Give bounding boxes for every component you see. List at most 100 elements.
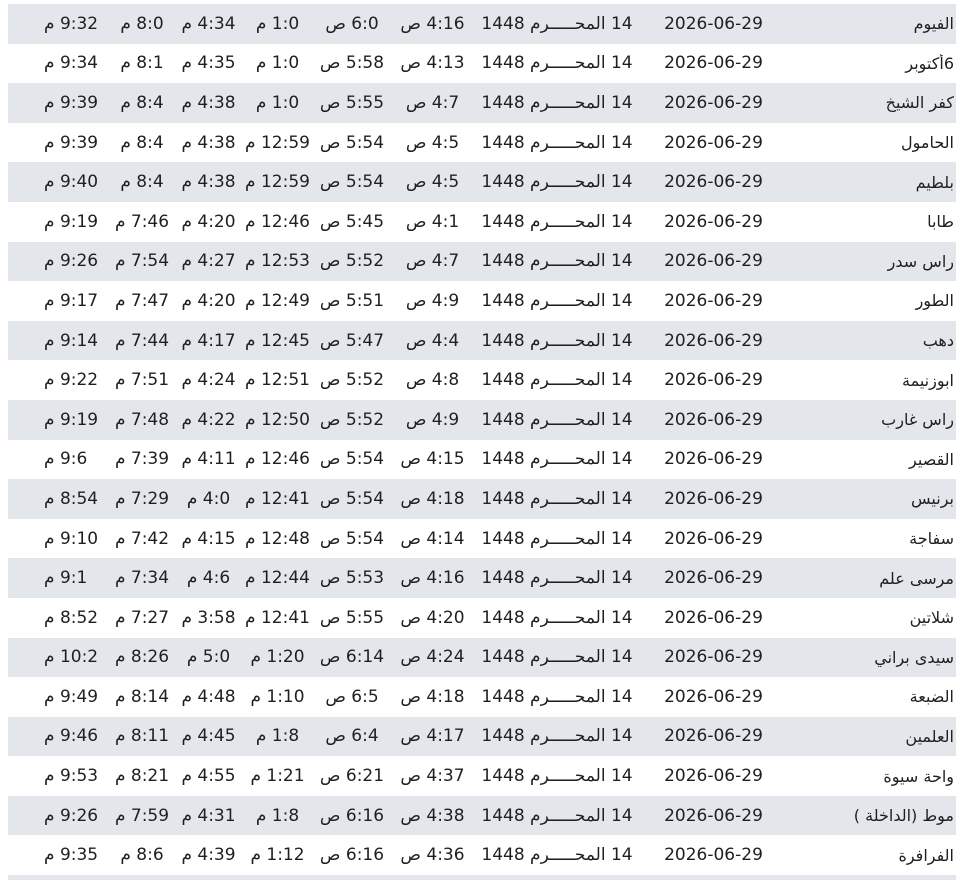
maghrib-time: 7:46 م xyxy=(114,211,170,232)
maghrib-time: 7:54 م xyxy=(114,251,170,272)
gregorian-date: 2026-06-29 xyxy=(664,449,763,470)
gregorian-date: 2026-06-29 xyxy=(664,172,763,193)
dhuhr-time: 12:46 م xyxy=(245,211,310,232)
fajr-time: 4:7 ص xyxy=(405,92,460,113)
city-name: بلطيم xyxy=(915,172,954,192)
city-name: العلمين xyxy=(905,726,954,746)
hijri-date: 14 المحـــــرم 1448 xyxy=(481,686,633,707)
gregorian-date: 2026-06-29 xyxy=(664,251,763,272)
hijri-date: 14 المحـــــرم 1448 xyxy=(481,409,633,430)
sunrise-time: 5:58 ص xyxy=(319,53,385,74)
table-row: الفرافرة 2026-06-29 14 المحـــــرم 1448 … xyxy=(8,835,956,876)
asr-time: 4:45 م xyxy=(181,726,236,747)
maghrib-time: 8:6 م xyxy=(120,845,164,866)
gregorian-date: 2026-06-29 xyxy=(664,53,763,74)
asr-time: 4:31 م xyxy=(181,805,236,826)
hijri-date: 14 المحـــــرم 1448 xyxy=(481,845,633,866)
sunrise-time: 6:0 ص xyxy=(325,13,379,34)
fajr-time: 4:17 ص xyxy=(400,726,465,747)
city-name: موط (الداخلة ) xyxy=(853,806,954,826)
city-name: الفيوم xyxy=(913,14,954,34)
table-row: راس غارب 2026-06-29 14 المحـــــرم 1448 … xyxy=(8,399,956,440)
hijri-date: 14 المحـــــرم 1448 xyxy=(481,766,633,787)
maghrib-time: 8:4 م xyxy=(120,92,164,113)
sunrise-time: 5:52 ص xyxy=(319,251,385,272)
isha-time: 9:53 م xyxy=(44,766,99,787)
maghrib-time: 8:1 م xyxy=(120,53,164,74)
maghrib-time: 7:42 م xyxy=(114,528,170,549)
gregorian-date: 2026-06-29 xyxy=(664,607,763,628)
fajr-time: 4:16 ص xyxy=(400,568,465,589)
hijri-date: 14 المحـــــرم 1448 xyxy=(481,488,633,509)
hijri-date: 14 المحـــــرم 1448 xyxy=(481,330,633,351)
fajr-time: 4:14 ص xyxy=(400,528,465,549)
gregorian-date: 2026-06-29 xyxy=(664,766,763,787)
fajr-time: 4:15 ص xyxy=(400,449,465,470)
dhuhr-time: 1:21 م xyxy=(250,766,305,787)
isha-time: 9:34 م xyxy=(44,53,99,74)
city-name: طابا xyxy=(927,212,954,232)
table-row: الضبعة 2026-06-29 14 المحـــــرم 1448 4:… xyxy=(8,677,956,717)
isha-time: 9:17 م xyxy=(44,290,99,311)
table-row: سفاجة 2026-06-29 14 المحـــــرم 1448 4:1… xyxy=(8,518,956,559)
table-bottom-row-edge xyxy=(8,875,956,880)
maghrib-time: 7:51 م xyxy=(114,370,170,391)
gregorian-date: 2026-06-29 xyxy=(664,488,763,509)
fajr-time: 4:13 ص xyxy=(400,53,465,74)
hijri-date: 14 المحـــــرم 1448 xyxy=(481,211,633,232)
city-name: سيدى براني xyxy=(874,647,954,667)
table-row: كفر الشيخ 2026-06-29 14 المحـــــرم 1448… xyxy=(8,83,956,123)
sunrise-time: 5:47 ص xyxy=(319,330,385,351)
isha-time: 9:10 م xyxy=(44,528,99,549)
dhuhr-time: 12:44 م xyxy=(245,568,310,589)
fajr-time: 4:20 ص xyxy=(400,607,465,628)
gregorian-date: 2026-06-29 xyxy=(664,211,763,232)
maghrib-time: 8:4 م xyxy=(120,132,164,153)
fajr-time: 4:5 ص xyxy=(405,172,460,193)
isha-time: 9:39 م xyxy=(44,92,99,113)
gregorian-date: 2026-06-29 xyxy=(664,647,763,668)
table-row: شلاتين 2026-06-29 14 المحـــــرم 1448 4:… xyxy=(8,597,956,638)
isha-time: 9:35 م xyxy=(44,845,99,866)
table-row: طابا 2026-06-29 14 المحـــــرم 1448 4:1 … xyxy=(8,201,956,242)
dhuhr-time: 1:0 م xyxy=(255,92,300,113)
gregorian-date: 2026-06-29 xyxy=(664,409,763,430)
city-name: الطور xyxy=(915,291,954,311)
dhuhr-time: 12:46 م xyxy=(245,449,310,470)
table-row: موط (الداخلة ) 2026-06-29 14 المحـــــرم… xyxy=(8,795,956,836)
isha-time: 9:40 م xyxy=(44,172,99,193)
hijri-date: 14 المحـــــرم 1448 xyxy=(481,172,633,193)
dhuhr-time: 12:41 م xyxy=(245,488,310,509)
isha-time: 9:46 م xyxy=(44,726,99,747)
hijri-date: 14 المحـــــرم 1448 xyxy=(481,370,633,391)
asr-time: 4:38 م xyxy=(181,92,236,113)
city-name: كفر الشيخ xyxy=(885,93,954,113)
hijri-date: 14 المحـــــرم 1448 xyxy=(481,290,633,311)
hijri-date: 14 المحـــــرم 1448 xyxy=(481,53,633,74)
dhuhr-time: 1:8 م xyxy=(255,805,300,826)
fajr-time: 4:8 ص xyxy=(405,370,460,391)
table-row: برنيس 2026-06-29 14 المحـــــرم 1448 4:1… xyxy=(8,479,956,519)
isha-time: 9:22 م xyxy=(44,370,99,391)
table-row: واحة سيوة 2026-06-29 14 المحـــــرم 1448… xyxy=(8,756,956,796)
sunrise-time: 6:4 ص xyxy=(325,726,379,747)
sunrise-time: 5:54 ص xyxy=(319,132,385,153)
isha-time: 9:6 م xyxy=(44,449,88,470)
hijri-date: 14 المحـــــرم 1448 xyxy=(481,449,633,470)
hijri-date: 14 المحـــــرم 1448 xyxy=(481,805,633,826)
isha-time: 9:19 م xyxy=(44,211,99,232)
dhuhr-time: 12:51 م xyxy=(245,370,310,391)
sunrise-time: 5:45 ص xyxy=(319,211,385,232)
sunrise-time: 5:54 ص xyxy=(319,449,385,470)
dhuhr-time: 1:10 م xyxy=(250,686,305,707)
city-name: الضبعة xyxy=(909,687,954,707)
dhuhr-time: 12:53 م xyxy=(245,251,310,272)
asr-time: 4:22 م xyxy=(181,409,236,430)
isha-time: 10:2 م xyxy=(44,647,99,668)
sunrise-time: 6:16 ص xyxy=(319,805,385,826)
isha-time: 9:14 م xyxy=(44,330,99,351)
maghrib-time: 7:44 م xyxy=(114,330,170,351)
fajr-time: 4:9 ص xyxy=(405,409,460,430)
dhuhr-time: 12:50 م xyxy=(245,409,310,430)
dhuhr-time: 12:41 م xyxy=(245,607,310,628)
